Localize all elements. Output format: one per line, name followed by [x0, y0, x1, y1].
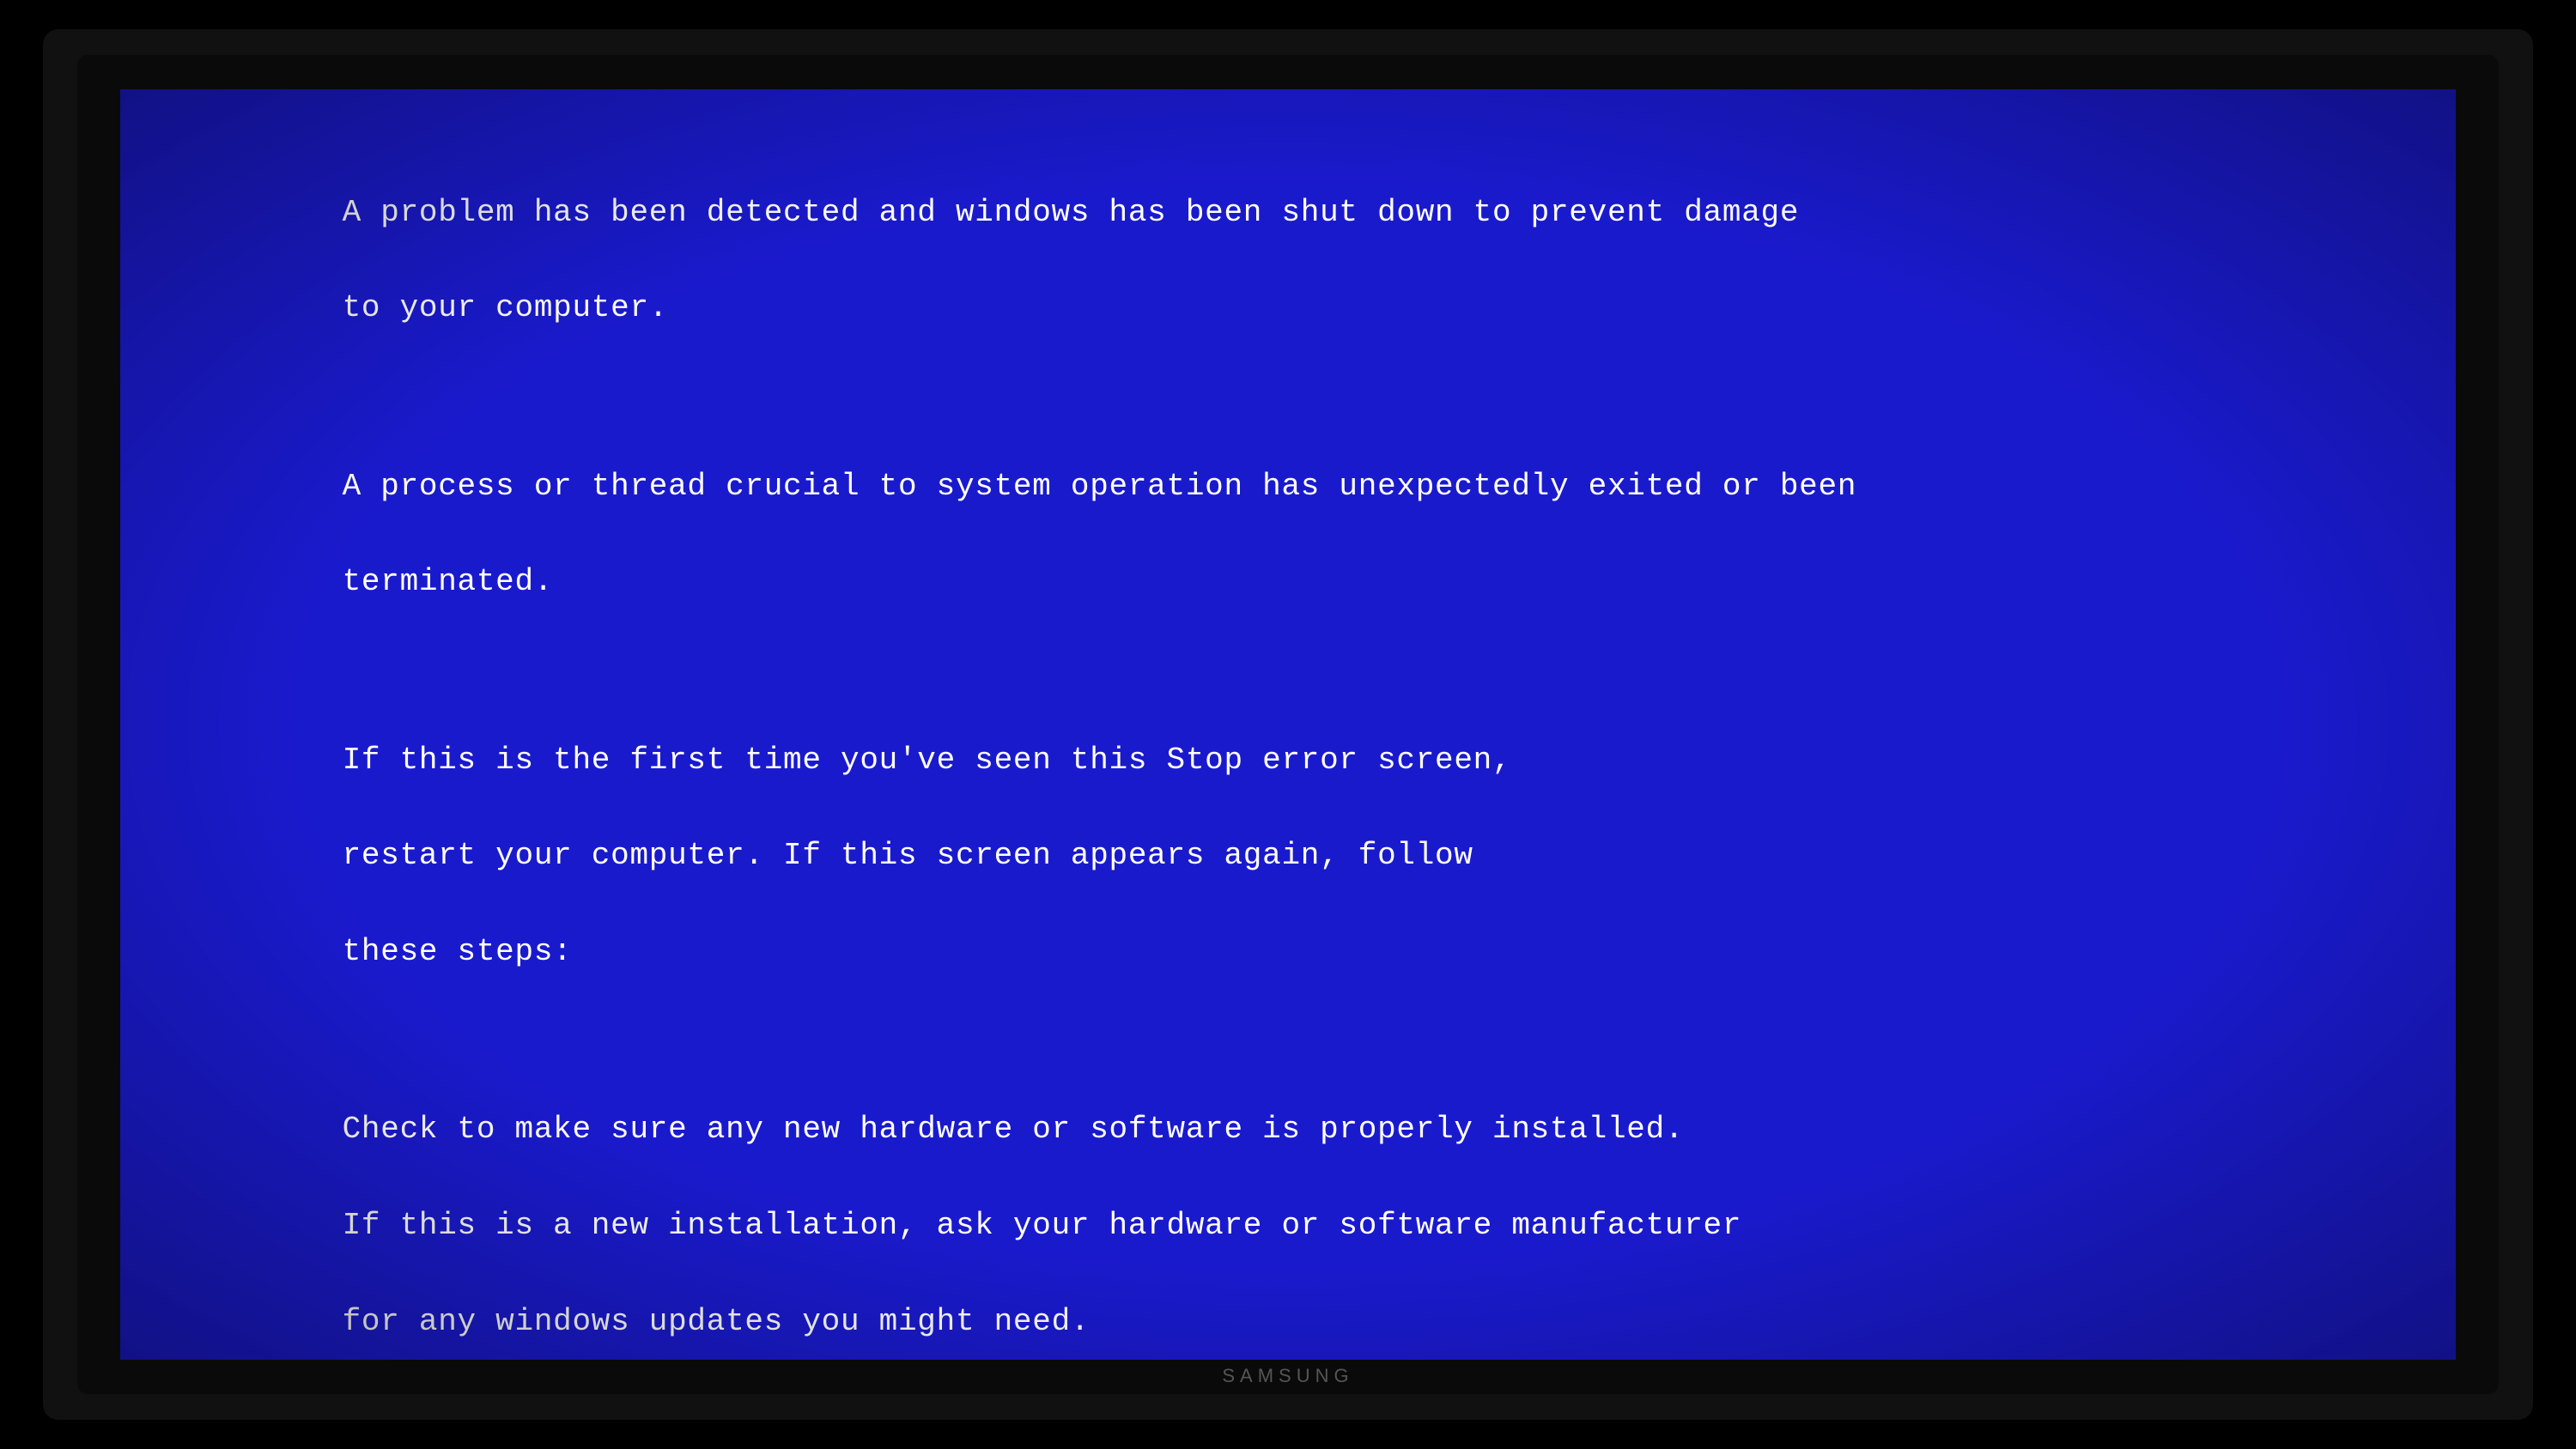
bsod-line-1: A problem has been detected and windows … [343, 195, 1800, 230]
bsod-screen: A problem has been detected and windows … [120, 89, 2456, 1360]
bsod-line-3: A process or thread crucial to system op… [343, 469, 1857, 504]
bsod-line-8: Check to make sure any new hardware or s… [343, 1112, 1685, 1147]
monitor-brand-label: SAMSUNG [1222, 1365, 1353, 1387]
bsod-content: A problem has been detected and windows … [120, 89, 2456, 1360]
monitor-outer: A problem has been detected and windows … [43, 29, 2533, 1420]
bsod-line-5: If this is the first time you've seen th… [343, 743, 1512, 778]
bsod-line-4: terminated. [343, 564, 554, 599]
bsod-line-2: to your computer. [343, 290, 669, 325]
bsod-line-7: these steps: [343, 934, 573, 969]
bsod-line-9: If this is a new installation, ask your … [343, 1208, 1742, 1243]
monitor-bezel: A problem has been detected and windows … [77, 55, 2499, 1394]
bsod-line-6: restart your computer. If this screen ap… [343, 838, 1473, 873]
bsod-line-10: for any windows updates you might need. [343, 1304, 1091, 1339]
